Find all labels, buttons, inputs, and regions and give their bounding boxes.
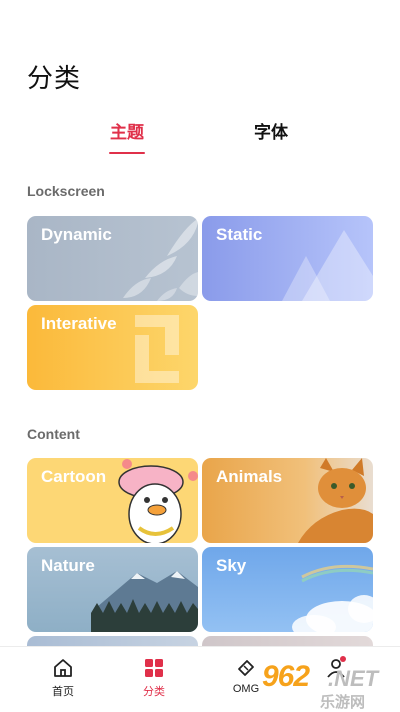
tab-active-underline xyxy=(109,152,145,154)
watermark-main: 962 xyxy=(262,660,310,693)
card-sky[interactable]: Sky xyxy=(202,547,373,632)
section-title-lockscreen: Lockscreen xyxy=(27,183,105,199)
card-label: Cartoon xyxy=(41,467,107,486)
page-title: 分类 xyxy=(27,63,82,93)
card-static[interactable]: Static xyxy=(202,216,373,301)
grid-icon xyxy=(145,659,163,677)
watermark: 962 .NET 乐游网 xyxy=(262,660,400,712)
watermark-net: .NET xyxy=(328,666,379,691)
card-label: Static xyxy=(216,225,263,244)
card-animals[interactable]: Animals xyxy=(202,458,373,543)
section-title-content: Content xyxy=(27,426,80,442)
ticket-icon xyxy=(238,660,254,676)
watermark-sub: 乐游网 xyxy=(320,694,366,711)
card-label: Nature xyxy=(41,556,95,575)
card-label: Sky xyxy=(216,556,247,575)
nav-item-category[interactable]: 分类 xyxy=(124,657,184,699)
card-interative[interactable]: Interative xyxy=(27,305,198,390)
card-label: Dynamic xyxy=(41,225,112,244)
nav-label: 首页 xyxy=(52,686,74,698)
nav-label: 分类 xyxy=(143,686,165,698)
home-icon xyxy=(54,659,72,677)
card-label: Interative xyxy=(41,314,117,333)
card-nature[interactable]: Nature xyxy=(27,547,198,632)
tab-font[interactable]: 字体 xyxy=(254,118,288,143)
nav-item-home[interactable]: 首页 xyxy=(33,657,93,699)
card-label: Animals xyxy=(216,467,283,486)
tab-theme[interactable]: 主题 xyxy=(110,118,144,143)
card-dynamic[interactable]: Dynamic xyxy=(27,216,198,301)
tab-bar: 主题 字体 xyxy=(0,118,400,158)
card-cartoon[interactable]: Cartoon xyxy=(27,458,198,543)
